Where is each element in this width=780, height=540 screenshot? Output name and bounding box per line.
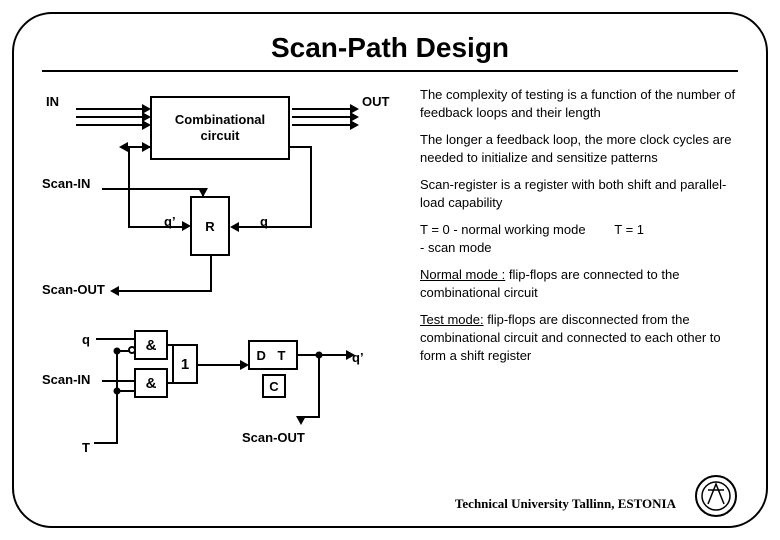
label-scan-out-lower: Scan-OUT: [242, 430, 305, 445]
label-in: IN: [46, 94, 59, 109]
label-T-lower: T: [82, 440, 90, 455]
footer-text: Technical University Tallinn, ESTONIA: [455, 496, 676, 512]
and-gate-2: &: [134, 368, 168, 398]
d-flipflop-dt: D T: [248, 340, 298, 370]
note-4c: - scan mode: [420, 240, 492, 255]
arrowhead-qprime-into-feedback: [119, 142, 128, 152]
inverter-bubble: [128, 346, 136, 354]
note-6a: Test mode:: [420, 312, 484, 327]
note-5a: Normal mode :: [420, 267, 505, 282]
and-gate-1: &: [134, 330, 168, 360]
lower-diagram: q Scan-IN T q’ Scan-OUT & & 1 D T C: [42, 320, 402, 470]
wire-q-h: [238, 226, 312, 228]
label-out: OUT: [362, 94, 389, 109]
note-1: The complexity of testing is a function …: [420, 86, 738, 121]
or-gate: 1: [172, 344, 198, 384]
arrowhead-scanout: [110, 286, 119, 296]
wire-or-d: [198, 364, 240, 366]
note-5: Normal mode : flip-flops are connected t…: [420, 266, 738, 301]
note-4b: T = 1: [614, 222, 644, 237]
junction-dot-3: [316, 352, 323, 359]
slide-frame: Scan-Path Design IN OUT Scan-IN Scan-OUT…: [12, 12, 768, 528]
arrowhead-qprime-dummy: [182, 221, 191, 231]
note-6: Test mode: flip-flops are disconnected f…: [420, 311, 738, 364]
wire-and1-out: [168, 344, 174, 346]
wire-q-top: [290, 146, 312, 148]
wire-scanin-and2: [102, 380, 134, 382]
note-4: T = 0 - normal working mode T = 1 - scan…: [420, 221, 738, 256]
wire-qprime-h: [128, 226, 182, 228]
wire-q-and1: [96, 338, 134, 340]
wire-scanin-h: [102, 188, 202, 190]
wire-q-v: [310, 146, 312, 228]
title-divider: [42, 70, 738, 72]
arrowhead-q-into-R: [230, 222, 239, 232]
note-2: The longer a feedback loop, the more clo…: [420, 131, 738, 166]
d-flipflop-c: C: [262, 374, 286, 398]
arrowhead-branch-scanout: [296, 416, 306, 425]
content-row: IN OUT Scan-IN Scan-OUT q’ q Combination…: [42, 86, 738, 470]
arrowhead-or-d: [240, 360, 249, 370]
arrowhead-into-combo-left: [142, 142, 151, 152]
wire-T-h: [94, 442, 118, 444]
wire-T-v: [116, 350, 118, 442]
note-3: Scan-register is a register with both sh…: [420, 176, 738, 211]
note-4a: T = 0 - normal working mode: [420, 222, 586, 237]
junction-dot-1: [114, 348, 121, 355]
combinational-circuit-box: Combinational circuit: [150, 96, 290, 160]
arrowhead-scanin: [198, 188, 208, 197]
label-scan-out: Scan-OUT: [42, 282, 105, 297]
label-q-lower: q: [82, 332, 90, 347]
junction-dot-2: [114, 388, 121, 395]
upper-diagram: IN OUT Scan-IN Scan-OUT q’ q Combination…: [42, 86, 402, 316]
wire-and2-out: [168, 382, 174, 384]
wire-scanout-h: [118, 290, 212, 292]
wire-qprime-v: [128, 146, 130, 226]
slide-title: Scan-Path Design: [42, 32, 738, 64]
label-scan-in: Scan-IN: [42, 176, 90, 191]
diagram-column: IN OUT Scan-IN Scan-OUT q’ q Combination…: [42, 86, 402, 470]
notes-column: The complexity of testing is a function …: [420, 86, 738, 470]
wire-branch-scanout-v: [318, 354, 320, 416]
wire-scanout-v: [210, 256, 212, 290]
register-box: R: [190, 196, 230, 256]
label-scan-in-lower: Scan-IN: [42, 372, 90, 387]
university-seal-icon: [694, 474, 738, 518]
arrowhead-d-qprime: [346, 350, 355, 360]
